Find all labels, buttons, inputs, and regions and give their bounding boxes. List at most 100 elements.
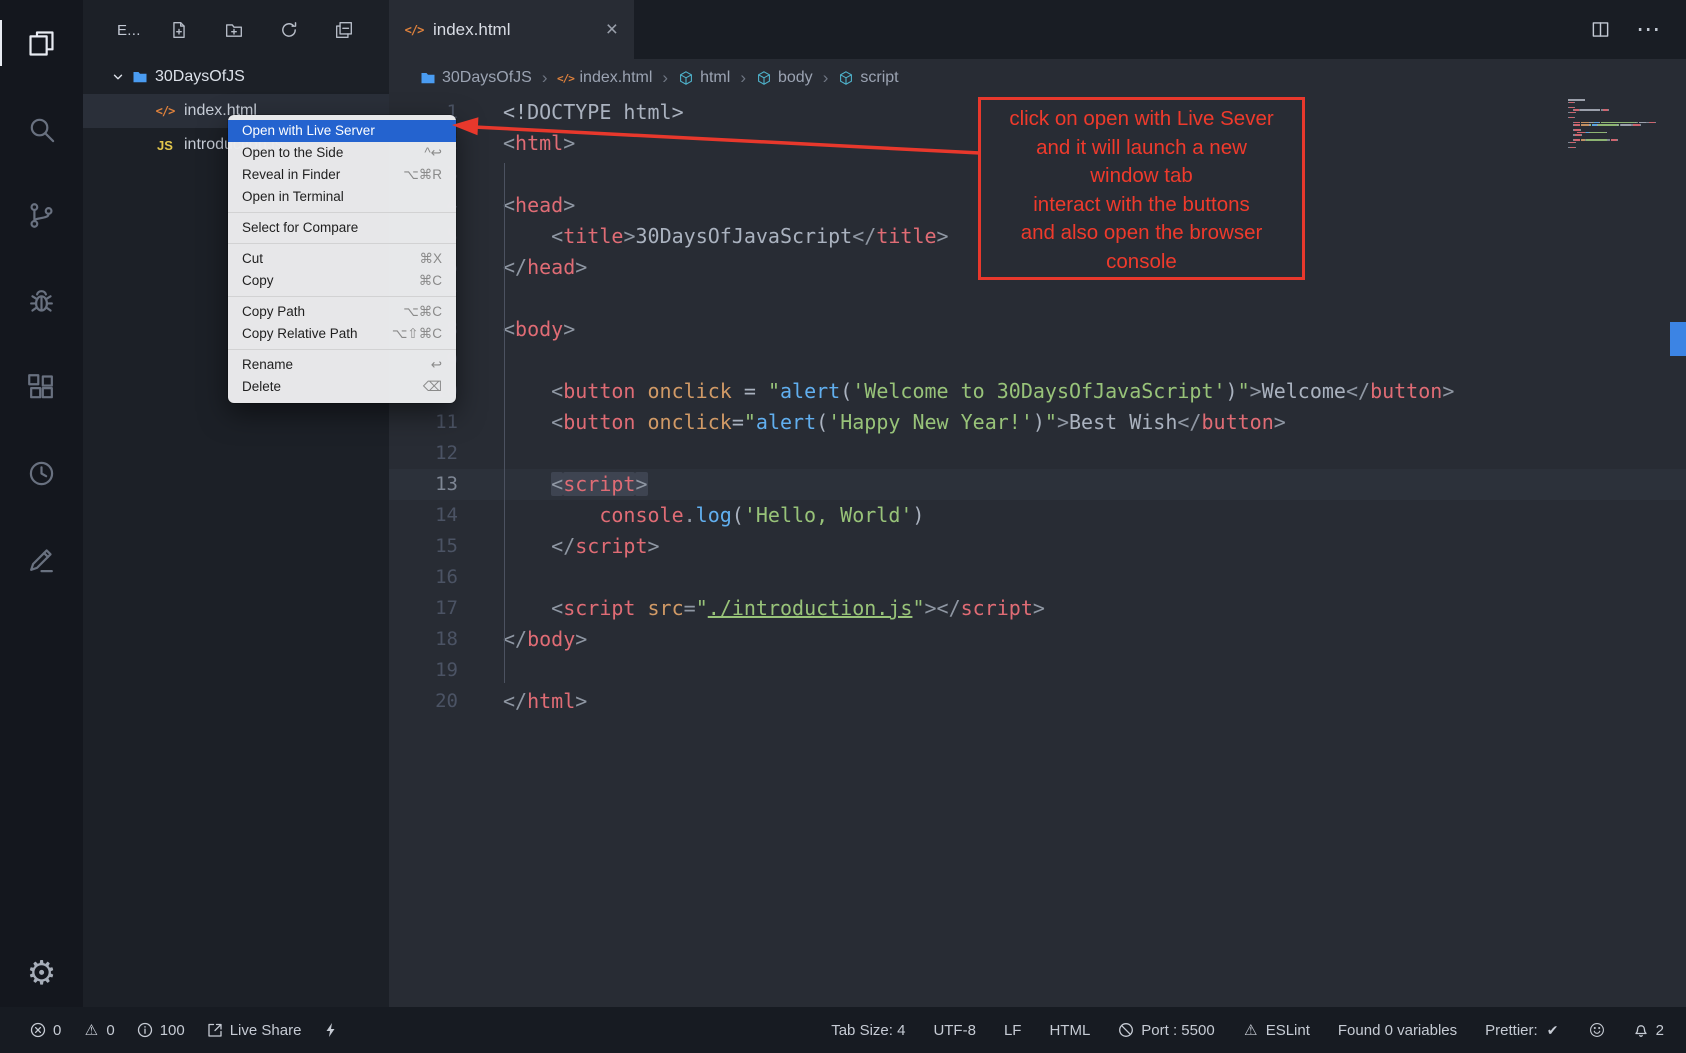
more-actions-icon[interactable]: ⋯ — [1636, 15, 1662, 44]
collapse-all-icon[interactable] — [335, 21, 353, 39]
status-item-utf-8[interactable]: UTF-8 — [933, 1022, 976, 1039]
line-number: 14 — [389, 500, 458, 531]
status-item-lf[interactable]: LF — [1004, 1022, 1022, 1039]
indent-guide — [504, 163, 505, 683]
status-item-html[interactable]: HTML — [1049, 1022, 1090, 1039]
status-label: Port : 5500 — [1141, 1022, 1214, 1039]
tab-index-html[interactable]: </> index.html × — [389, 0, 634, 59]
source-control-icon[interactable] — [0, 172, 83, 258]
menu-item-reveal-in-finder[interactable]: Reveal in Finder⌥⌘R — [228, 164, 456, 186]
minimap-line — [1574, 139, 1581, 141]
code-text: <title>30DaysOfJavaScript</title> — [503, 221, 949, 252]
code-line-16[interactable]: 16 — [389, 562, 1686, 593]
code-line-9[interactable]: 9 — [389, 345, 1686, 376]
annotation-line: window tab — [981, 162, 1302, 191]
code-line-7[interactable]: 7 — [389, 283, 1686, 314]
menu-item-copy[interactable]: Copy⌘C — [228, 270, 456, 292]
folder-name: 30DaysOfJS — [155, 68, 245, 86]
breadcrumb-item-script[interactable]: script — [838, 69, 898, 87]
status-item-0[interactable]: ⚠0 — [83, 1022, 114, 1039]
new-folder-icon[interactable] — [225, 21, 243, 39]
menu-item-shortcut: ⌥⌘R — [403, 164, 442, 186]
code-text: <head> — [503, 190, 575, 221]
breadcrumb-label: script — [860, 69, 898, 87]
status-label: UTF-8 — [933, 1022, 976, 1039]
menu-separator — [228, 243, 456, 244]
code-line-20[interactable]: 20</html> — [389, 686, 1686, 717]
minimap-line — [1574, 117, 1575, 119]
status-label: ESLint — [1266, 1022, 1310, 1039]
status-item-eslint[interactable]: ⚠ESLint — [1243, 1022, 1310, 1039]
minimap[interactable] — [1568, 99, 1664, 153]
refresh-icon[interactable] — [280, 21, 298, 39]
close-icon[interactable]: × — [606, 18, 618, 42]
breadcrumb-item-html[interactable]: html — [678, 69, 730, 87]
status-item-bolt-icon[interactable] — [323, 1022, 339, 1038]
menu-item-cut[interactable]: Cut⌘X — [228, 248, 456, 270]
menu-item-label: Copy Relative Path — [242, 323, 358, 345]
menu-item-copy-path[interactable]: Copy Path⌥⌘C — [228, 301, 456, 323]
status-item-tab-size-4[interactable]: Tab Size: 4 — [831, 1022, 905, 1039]
warning-icon: ⚠ — [83, 1022, 99, 1038]
status-item-found-0-variables[interactable]: Found 0 variables — [1338, 1022, 1457, 1039]
status-item-smiley-icon[interactable] — [1589, 1022, 1605, 1038]
code-line-11[interactable]: 11 <button onclick="alert('Happy New Yea… — [389, 407, 1686, 438]
status-label: Live Share — [230, 1022, 302, 1039]
breadcrumb-label: html — [700, 69, 730, 87]
menu-item-label: Delete — [242, 376, 281, 398]
menu-item-shortcut: ⌫ — [423, 376, 442, 398]
code-text: <button onclick="alert('Happy New Year!'… — [503, 407, 1286, 438]
breadcrumb-item-30daysofjs[interactable]: 30DaysOfJS — [420, 69, 532, 87]
menu-item-rename[interactable]: Rename↩ — [228, 354, 456, 376]
breadcrumb-item-body[interactable]: body — [756, 69, 813, 87]
new-file-icon[interactable] — [170, 21, 188, 39]
status-label: 2 — [1656, 1022, 1664, 1039]
symbol-icon — [838, 70, 854, 86]
code-line-10[interactable]: 10 <button onclick = "alert('Welcome to … — [389, 376, 1686, 407]
run-debug-icon[interactable] — [0, 258, 83, 344]
search-icon[interactable] — [0, 86, 83, 172]
menu-item-shortcut: ⌘X — [419, 248, 442, 270]
status-item-100[interactable]: 100 — [137, 1022, 185, 1039]
code-line-8[interactable]: 8<body> — [389, 314, 1686, 345]
settings-gear-icon[interactable]: ⚙ — [27, 956, 57, 989]
code-line-19[interactable]: 19 — [389, 655, 1686, 686]
line-number: 12 — [389, 438, 458, 469]
menu-item-copy-relative-path[interactable]: Copy Relative Path⌥⇧⌘C — [228, 323, 456, 345]
html-file-icon: </> — [405, 22, 423, 38]
line-number: 20 — [389, 686, 458, 717]
status-item-0[interactable]: 0 — [30, 1022, 61, 1039]
minimap-line — [1577, 132, 1585, 134]
menu-item-open-with-live-server[interactable]: Open with Live Server — [228, 120, 456, 142]
menu-item-delete[interactable]: Delete ⌫ — [228, 376, 456, 398]
menu-item-select-for-compare[interactable]: Select for Compare — [228, 217, 456, 239]
extensions-icon[interactable] — [0, 344, 83, 430]
code-line-15[interactable]: 15 </script> — [389, 531, 1686, 562]
minimap-line — [1649, 122, 1656, 124]
menu-item-open-to-the-side[interactable]: Open to the Side^↩ — [228, 142, 456, 164]
code-line-18[interactable]: 18</body> — [389, 624, 1686, 655]
code-line-14[interactable]: 14 console.log('Hello, World') — [389, 500, 1686, 531]
check-icon: ✔ — [1545, 1022, 1561, 1038]
status-item-port-5500[interactable]: Port : 5500 — [1118, 1022, 1214, 1039]
split-editor-icon[interactable] — [1591, 20, 1610, 39]
history-icon[interactable] — [0, 430, 83, 516]
status-label: LF — [1004, 1022, 1022, 1039]
folder-icon — [420, 70, 436, 86]
status-item-live-share[interactable]: Live Share — [207, 1022, 302, 1039]
explorer-icon[interactable] — [0, 0, 83, 86]
explorer-folder-row[interactable]: 30DaysOfJS — [83, 60, 389, 94]
minimap-line — [1574, 124, 1581, 126]
status-item-prettier[interactable]: Prettier:✔ — [1485, 1022, 1561, 1039]
line-number: 19 — [389, 655, 458, 686]
status-item-2[interactable]: 2 — [1633, 1022, 1664, 1039]
feedback-icon[interactable] — [0, 516, 83, 602]
menu-item-open-in-terminal[interactable]: Open in Terminal — [228, 186, 456, 208]
annotation-line: click on open with Live Sever — [981, 105, 1302, 134]
minimap-line — [1574, 107, 1575, 109]
breadcrumb-item-index-html[interactable]: </>index.html — [557, 69, 652, 87]
code-line-17[interactable]: 17 <script src="./introduction.js"></scr… — [389, 593, 1686, 624]
code-line-12[interactable]: 12 — [389, 438, 1686, 469]
minimap-line — [1590, 132, 1606, 134]
code-line-13[interactable]: 13 <script> — [389, 469, 1686, 500]
